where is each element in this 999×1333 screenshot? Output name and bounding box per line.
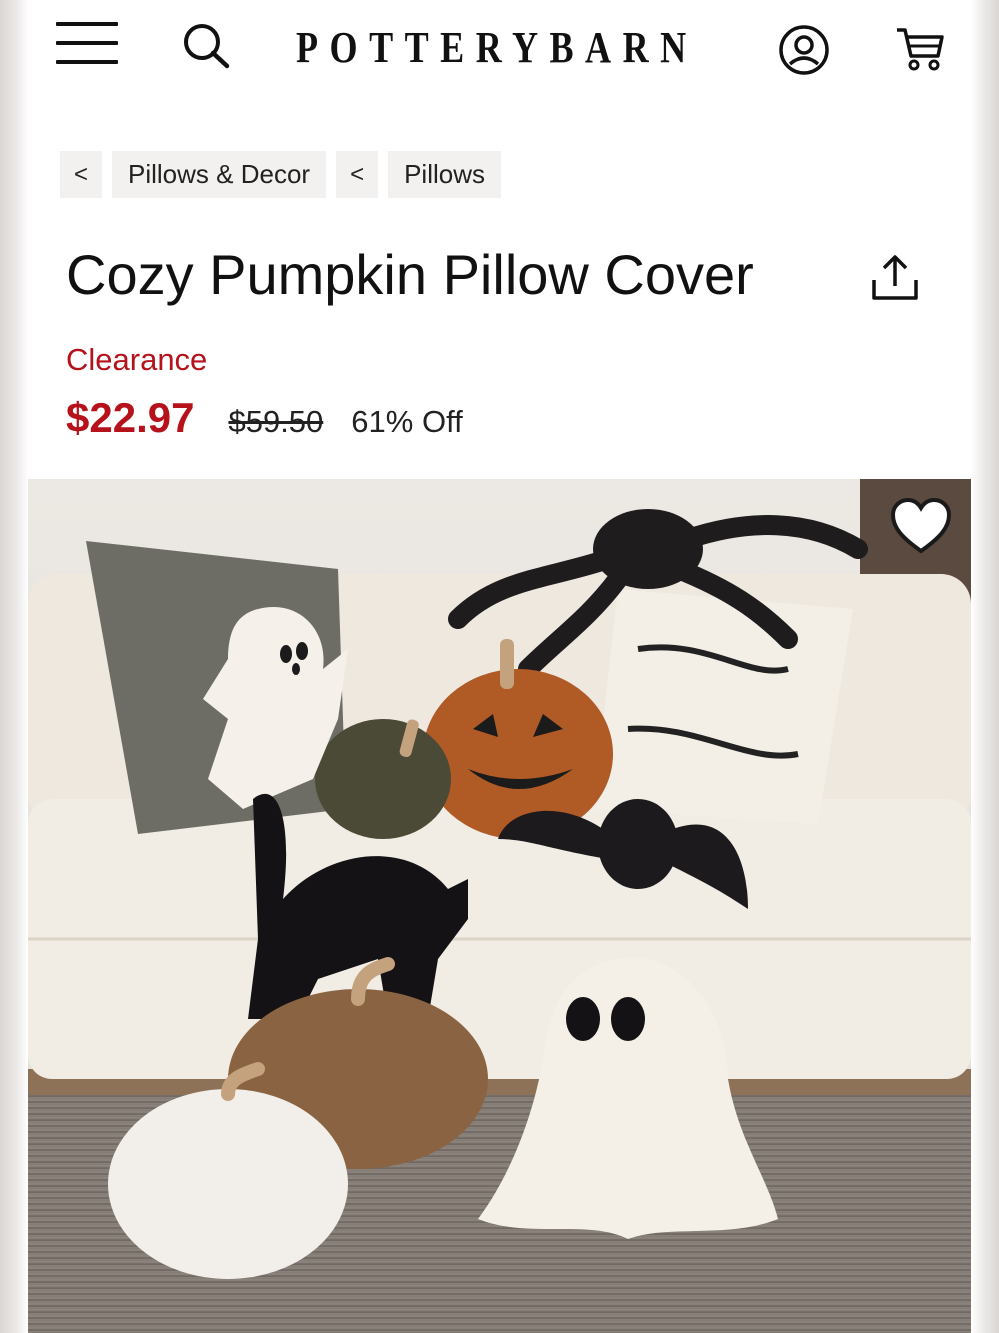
price-row: $22.97 $59.50 61% Off — [66, 394, 463, 448]
product-image[interactable] — [28, 479, 971, 1333]
share-icon[interactable] — [866, 250, 924, 306]
menu-icon[interactable] — [56, 22, 118, 64]
title-row: Cozy Pumpkin Pillow Cover — [66, 238, 946, 312]
account-icon[interactable] — [778, 24, 830, 76]
clearance-badge: Clearance — [66, 342, 208, 377]
breadcrumb-item-pillows[interactable]: Pillows — [388, 151, 502, 198]
product-photo-illustration — [28, 479, 971, 1333]
wishlist-heart-icon[interactable] — [889, 497, 953, 555]
brand-logo[interactable]: POTTERYBARN — [296, 22, 686, 74]
sale-price: $22.97 — [66, 394, 195, 441]
breadcrumb: < Pillows & Decor < Pillows — [60, 151, 502, 198]
breadcrumb-back-arrow[interactable]: < — [336, 151, 379, 198]
discount-label: 61% Off — [351, 404, 463, 439]
site-header: POTTERYBARN — [28, 0, 971, 100]
product-title: Cozy Pumpkin Pillow Cover — [66, 243, 754, 306]
cart-icon[interactable] — [894, 22, 946, 74]
original-price: $59.50 — [228, 404, 324, 439]
search-icon[interactable] — [180, 22, 232, 70]
breadcrumb-item-pillows-decor[interactable]: Pillows & Decor — [112, 151, 327, 198]
page: POTTERYBARN < Pillows & Decor < Pillows … — [28, 0, 971, 1333]
breadcrumb-back-arrow[interactable]: < — [60, 151, 103, 198]
